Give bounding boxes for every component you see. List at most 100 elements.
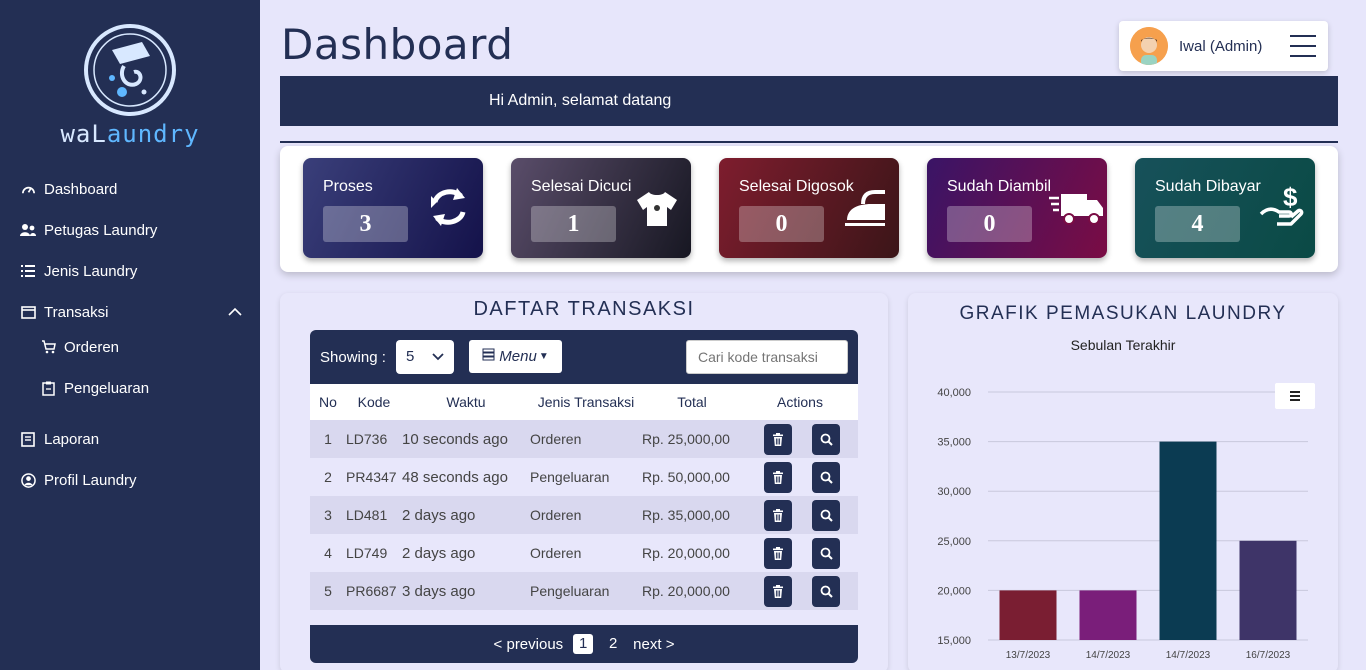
page-1-link[interactable]: 1 bbox=[573, 634, 594, 654]
stat-value: 0 bbox=[739, 206, 824, 242]
cell-no: 5 bbox=[310, 572, 346, 610]
view-detail-button[interactable] bbox=[812, 575, 840, 607]
cell-waktu: 48 seconds ago bbox=[402, 458, 530, 496]
cell-actions bbox=[742, 496, 858, 534]
sidebar-item-label: Pengeluaran bbox=[64, 379, 150, 397]
cell-kode: PR4347 bbox=[346, 458, 402, 496]
search-icon bbox=[820, 509, 833, 522]
cell-jenis: Orderen bbox=[530, 420, 642, 458]
tshirt-icon bbox=[633, 184, 681, 230]
stat-card-sudah-diambil[interactable]: Sudah Diambil 0 bbox=[927, 158, 1107, 258]
trash-icon bbox=[773, 546, 783, 560]
view-detail-button[interactable] bbox=[812, 537, 840, 569]
pagination: < previous 1 2 next > bbox=[310, 625, 858, 663]
y-tick-label: 15,000 bbox=[937, 635, 971, 647]
clipboard-icon bbox=[40, 380, 56, 396]
stat-card-sudah-dibayar[interactable]: Sudah Dibayar 4 $ bbox=[1135, 158, 1315, 258]
bar[interactable] bbox=[1159, 441, 1217, 640]
sidebar-item-profil-laundry[interactable]: Profil Laundry bbox=[20, 466, 242, 494]
chevron-down-icon bbox=[432, 340, 444, 374]
cell-actions bbox=[742, 458, 858, 496]
view-detail-button[interactable] bbox=[812, 423, 840, 455]
sidebar-item-laporan[interactable]: Laporan bbox=[20, 425, 242, 453]
list-icon bbox=[20, 263, 36, 279]
sidebar-item-petugas-laundry[interactable]: Petugas Laundry bbox=[20, 216, 242, 244]
cell-kode: LD736 bbox=[346, 420, 402, 458]
chart-menu-icon[interactable] bbox=[1275, 383, 1315, 409]
sidebar-item-pengeluaran[interactable]: Pengeluaran bbox=[40, 374, 242, 402]
cell-actions bbox=[742, 534, 858, 572]
user-menu[interactable]: Iwal (Admin) bbox=[1119, 21, 1328, 71]
cell-total: Rp. 20,000,00 bbox=[642, 572, 742, 610]
cell-no: 2 bbox=[310, 458, 346, 496]
cell-jenis: Orderen bbox=[530, 534, 642, 572]
truck-icon bbox=[1049, 184, 1103, 230]
cell-no: 3 bbox=[310, 496, 346, 534]
next-page-link[interactable]: next > bbox=[633, 636, 674, 653]
previous-page-link[interactable]: < previous bbox=[494, 636, 564, 653]
cell-waktu: 10 seconds ago bbox=[402, 420, 530, 458]
bar[interactable] bbox=[1079, 590, 1137, 640]
delete-button[interactable] bbox=[764, 423, 792, 455]
stat-card-selesai-digosok[interactable]: Selesai Digosok 0 bbox=[719, 158, 899, 258]
search-transaction-input[interactable] bbox=[686, 340, 848, 374]
trash-icon bbox=[773, 432, 783, 446]
cell-jenis: Pengeluaran bbox=[530, 572, 642, 610]
page-size-value: 5 bbox=[406, 348, 415, 365]
cell-kode: LD481 bbox=[346, 496, 402, 534]
table-header-row: No Kode Waktu Jenis Transaksi Total Acti… bbox=[310, 384, 858, 420]
column-header: No bbox=[310, 384, 346, 420]
sidebar-item-transaksi[interactable]: Transaksi bbox=[20, 298, 242, 326]
stat-label: Selesai Dicuci bbox=[531, 178, 632, 195]
view-detail-button[interactable] bbox=[812, 499, 840, 531]
sidebar-item-orderen[interactable]: Orderen bbox=[40, 333, 242, 361]
delete-button[interactable] bbox=[764, 537, 792, 569]
cell-waktu: 2 days ago bbox=[402, 496, 530, 534]
y-tick-label: 35,000 bbox=[937, 437, 971, 449]
column-header: Total bbox=[642, 384, 742, 420]
trash-icon bbox=[773, 508, 783, 522]
welcome-banner: Hi Admin, selamat datang bbox=[280, 76, 1338, 126]
cell-total: Rp. 35,000,00 bbox=[642, 496, 742, 534]
y-tick-label: 20,000 bbox=[937, 585, 971, 597]
table-row: 3 LD481 2 days ago Orderen Rp. 35,000,00 bbox=[310, 496, 858, 534]
chevron-up-icon[interactable] bbox=[228, 304, 242, 321]
sidebar-item-label: Jenis Laundry bbox=[44, 262, 138, 280]
delete-button[interactable] bbox=[764, 499, 792, 531]
stat-card-selesai-dicuci[interactable]: Selesai Dicuci 1 bbox=[511, 158, 691, 258]
bar[interactable] bbox=[999, 590, 1057, 640]
x-tick-label: 14/7/2023 bbox=[1086, 650, 1131, 661]
table-row: 4 LD749 2 days ago Orderen Rp. 20,000,00 bbox=[310, 534, 858, 572]
cell-kode: PR6687 bbox=[346, 572, 402, 610]
column-header: Jenis Transaksi bbox=[530, 384, 642, 420]
stat-card-proses[interactable]: Proses 3 bbox=[303, 158, 483, 258]
delete-button[interactable] bbox=[764, 461, 792, 493]
cell-actions bbox=[742, 420, 858, 458]
user-circle-icon bbox=[20, 472, 36, 488]
page-size-select[interactable]: 5 bbox=[396, 340, 454, 374]
search-icon bbox=[820, 433, 833, 446]
cell-no: 1 bbox=[310, 420, 346, 458]
stat-label: Selesai Digosok bbox=[739, 178, 854, 195]
cell-waktu: 2 days ago bbox=[402, 534, 530, 572]
menu-dropdown-button[interactable]: Menu ▼ bbox=[469, 340, 562, 373]
stats-panel: Proses 3 Selesai Dicuci 1 Selesai Digoso… bbox=[280, 146, 1338, 272]
window-icon bbox=[20, 304, 36, 320]
column-header: Waktu bbox=[402, 384, 530, 420]
divider bbox=[280, 141, 1338, 143]
view-detail-button[interactable] bbox=[812, 461, 840, 493]
income-chart-panel: GRAFIK PEMASUKAN LAUNDRY Sebulan Terakhi… bbox=[908, 293, 1338, 670]
brand-name-part2: aundry bbox=[106, 120, 200, 148]
menu-label: Menu bbox=[499, 348, 537, 365]
gauge-icon bbox=[20, 181, 36, 197]
delete-button[interactable] bbox=[764, 575, 792, 607]
cell-total: Rp. 20,000,00 bbox=[642, 534, 742, 572]
svg-text:$: $ bbox=[1283, 184, 1298, 212]
bar[interactable] bbox=[1239, 540, 1297, 640]
hamburger-menu-icon[interactable] bbox=[1290, 35, 1316, 57]
sidebar-item-jenis-laundry[interactable]: Jenis Laundry bbox=[20, 257, 242, 285]
cell-total: Rp. 25,000,00 bbox=[642, 420, 742, 458]
page-2-link[interactable]: 2 bbox=[603, 634, 623, 654]
washing-machine-logo-icon bbox=[82, 22, 178, 118]
sidebar-item-dashboard[interactable]: Dashboard bbox=[20, 175, 242, 203]
